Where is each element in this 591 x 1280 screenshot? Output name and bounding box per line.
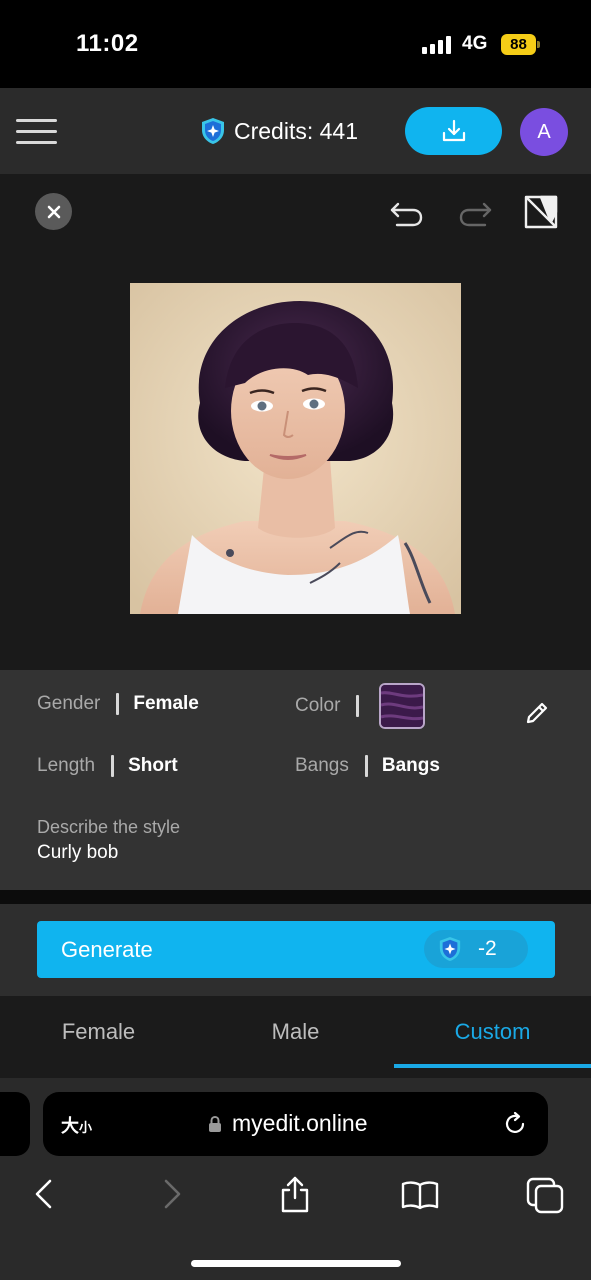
- address-bar[interactable]: 大小 myedit.online: [43, 1092, 548, 1156]
- browser-toolbar: 大小 myedit.online: [0, 1078, 591, 1280]
- gender-tabs: Female Male Custom: [0, 996, 591, 1078]
- length-label: Length: [37, 755, 96, 776]
- home-indicator[interactable]: [191, 1260, 401, 1267]
- result-photo: [130, 283, 461, 614]
- color-swatch[interactable]: [379, 683, 426, 729]
- undo-icon[interactable]: [387, 192, 427, 232]
- gender-param[interactable]: Gender Female: [37, 693, 199, 715]
- generate-label: Generate: [61, 937, 153, 962]
- url-text: myedit.online: [232, 1110, 368, 1136]
- describe-style-label: Describe the style: [37, 817, 181, 837]
- credit-cost: -2: [478, 937, 497, 960]
- edit-pencil-icon[interactable]: [523, 699, 551, 727]
- credit-shield-icon: [202, 118, 224, 144]
- compare-icon[interactable]: [521, 192, 561, 232]
- reload-icon[interactable]: [501, 1110, 529, 1138]
- credits-display[interactable]: Credits: 441: [200, 116, 358, 146]
- credit-cost-badge: -2: [424, 930, 528, 968]
- back-icon[interactable]: [24, 1174, 64, 1214]
- length-param[interactable]: Length Short: [37, 755, 178, 777]
- battery-icon: 88: [501, 34, 540, 55]
- battery-level: 88: [501, 34, 536, 55]
- url-display[interactable]: myedit.online: [208, 1110, 368, 1137]
- tab-custom[interactable]: Custom: [394, 996, 591, 1068]
- color-param[interactable]: Color: [295, 683, 426, 729]
- user-avatar[interactable]: A: [520, 108, 568, 156]
- app-header: Credits: 441 A: [0, 88, 591, 174]
- lock-icon: [209, 1115, 221, 1132]
- text-size-button[interactable]: 大小: [61, 1112, 92, 1138]
- tab-female[interactable]: Female: [0, 996, 197, 1068]
- bangs-value: Bangs: [381, 755, 440, 776]
- cellular-signal-icon: [422, 36, 452, 54]
- tabs-icon[interactable]: [525, 1174, 565, 1214]
- text-size-large: 大: [61, 1116, 79, 1136]
- describe-style-value[interactable]: Curly bob: [37, 842, 118, 864]
- bookmarks-icon[interactable]: [400, 1174, 440, 1214]
- active-tab-indicator: [394, 1064, 591, 1068]
- credits-label: Credits: 441: [234, 117, 359, 144]
- tab-male[interactable]: Male: [197, 996, 394, 1068]
- divider: [0, 890, 591, 904]
- hamburger-menu-icon[interactable]: [16, 117, 57, 145]
- redo-icon[interactable]: [455, 192, 495, 232]
- style-parameters-panel: Gender Female Color Length Short Bangs B…: [0, 670, 591, 890]
- generate-area: Generate -2: [0, 904, 591, 996]
- generate-button[interactable]: Generate -2: [37, 921, 555, 978]
- network-type: 4G: [462, 33, 488, 54]
- status-bar: 11:02 4G 88: [0, 0, 591, 88]
- download-button[interactable]: [405, 107, 502, 155]
- previous-tab-preview[interactable]: [0, 1092, 30, 1156]
- length-value: Short: [128, 755, 178, 776]
- share-icon[interactable]: [275, 1174, 315, 1214]
- close-button[interactable]: [35, 193, 72, 230]
- gender-value: Female: [133, 693, 199, 714]
- download-icon: [442, 119, 465, 142]
- bangs-label: Bangs: [295, 755, 349, 776]
- bangs-param[interactable]: Bangs Bangs: [295, 755, 440, 777]
- text-size-small: 小: [79, 1120, 93, 1135]
- close-icon: [47, 205, 60, 218]
- forward-icon[interactable]: [152, 1174, 192, 1214]
- status-time: 11:02: [76, 30, 139, 57]
- gender-label: Gender: [37, 693, 101, 714]
- credit-shield-icon: [439, 937, 461, 961]
- color-label: Color: [295, 695, 341, 716]
- editor-canvas: [0, 174, 591, 670]
